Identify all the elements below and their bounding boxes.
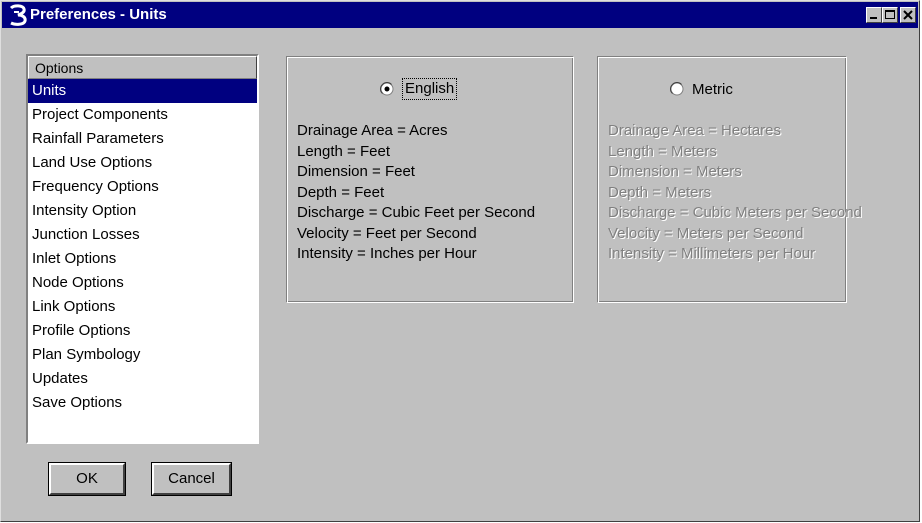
ok-button[interactable]: OK xyxy=(48,462,126,496)
cancel-button[interactable]: Cancel xyxy=(151,462,232,496)
metric-unit-line: Velocity = Meters per Second xyxy=(608,224,804,242)
minimize-button[interactable] xyxy=(866,7,882,23)
options-list-items: Units Project Components Rainfall Paramete… xyxy=(28,79,257,415)
metric-unit-line: Discharge = Cubic Meters per Second xyxy=(608,204,862,221)
options-list-item[interactable]: Land Use Options xyxy=(28,151,257,175)
metric-radio-label[interactable]: Metric xyxy=(692,81,733,98)
close-icon xyxy=(903,10,913,20)
metric-units-panel: Metric Drainage Area = Hectares Length =… xyxy=(597,56,862,303)
options-list-header[interactable]: Options xyxy=(28,56,257,79)
options-list-item[interactable]: Profile Options xyxy=(28,319,257,343)
options-list-item[interactable]: Intensity Option xyxy=(28,199,257,223)
metric-unit-line: Depth = Meters xyxy=(608,183,711,201)
english-radio[interactable]: English xyxy=(380,77,458,101)
options-list-item[interactable]: Project Components xyxy=(28,103,257,127)
english-unit-line: Intensity = Inches per Hour xyxy=(297,245,477,262)
gen-logo-icon xyxy=(9,4,27,26)
options-list-item[interactable]: Units xyxy=(28,79,257,103)
english-units-panel: English Drainage Area = Acres Length = F… xyxy=(286,56,574,303)
english-unit-line: Velocity = Feet per Second xyxy=(297,224,477,242)
metric-unit-line: Intensity = Millimeters per Hour xyxy=(608,245,816,262)
english-unit-line: Length = Feet xyxy=(297,142,390,160)
english-unit-line: Drainage Area = Acres xyxy=(297,122,448,139)
english-unit-line: Depth = Feet xyxy=(297,183,385,201)
english-unit-line: Dimension = Feet xyxy=(297,163,415,180)
english-units-list: Drainage Area = Acres Length = Feet Dime… xyxy=(297,121,535,265)
options-list-item[interactable]: Updates xyxy=(28,367,257,391)
radio-selected-icon xyxy=(380,82,394,96)
preferences-window: Preferences - Units Options Units Project… xyxy=(0,0,920,522)
options-list-item[interactable]: Frequency Options xyxy=(28,175,257,199)
metric-unit-line: Dimension = Meters xyxy=(608,163,742,180)
radio-unselected-icon xyxy=(670,82,684,96)
english-radio-label[interactable]: English xyxy=(402,78,458,100)
options-list-item[interactable]: Rainfall Parameters xyxy=(28,127,257,151)
window-title: Preferences - Units xyxy=(30,6,167,23)
english-unit-line: Discharge = Cubic Feet per Second xyxy=(297,204,536,221)
minimize-icon xyxy=(870,17,877,19)
maximize-button[interactable] xyxy=(882,7,898,23)
options-listbox[interactable]: Options Units Project Components Rainfall … xyxy=(26,54,259,444)
metric-unit-line: Drainage Area = Hectares xyxy=(608,122,782,139)
metric-radio[interactable]: Metric xyxy=(670,77,733,101)
options-list-item[interactable]: Save Options xyxy=(28,391,257,415)
options-list-item[interactable]: Inlet Options xyxy=(28,247,257,271)
title-bar[interactable]: Preferences - Units xyxy=(2,2,918,28)
options-list-item[interactable]: Node Options xyxy=(28,271,257,295)
metric-units-list: Drainage Area = Hectares Length = Meters… xyxy=(608,121,862,265)
close-button[interactable] xyxy=(900,7,916,23)
options-list-item[interactable]: Junction Losses xyxy=(28,223,257,247)
metric-unit-line: Length = Meters xyxy=(608,142,717,160)
options-list-item[interactable]: Plan Symbology xyxy=(28,343,257,367)
options-list-item[interactable]: Link Options xyxy=(28,295,257,319)
maximize-icon xyxy=(885,10,895,19)
